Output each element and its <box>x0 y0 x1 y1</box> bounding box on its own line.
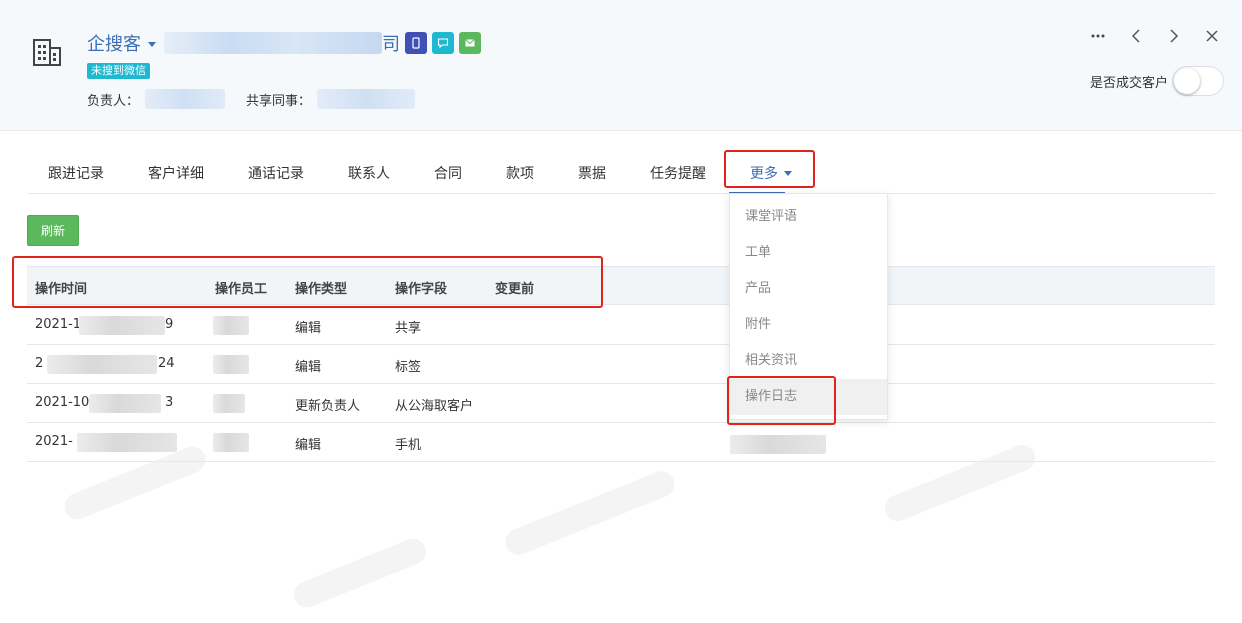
redacted-time <box>77 433 177 452</box>
deal-customer-toggle-row: 是否成交客户 <box>1090 66 1224 96</box>
deal-customer-switch[interactable] <box>1172 66 1224 96</box>
more-options-icon[interactable] <box>1090 28 1106 44</box>
wechat-status-badge: 未搜到微信 <box>87 63 150 79</box>
chevron-left-icon[interactable] <box>1128 28 1144 44</box>
row-time-start: 2021-10 <box>35 395 90 410</box>
row-type: 更新负责人 <box>295 399 361 414</box>
owner-label: 负责人： <box>87 93 140 109</box>
table-row: 2021-1 9 编辑 共享 <box>27 306 1215 345</box>
row-time-start: 2021-1 <box>35 317 82 332</box>
mail-icon <box>465 39 475 47</box>
row-time-end: 3 <box>165 395 174 410</box>
redacted-value <box>730 435 826 454</box>
row-type: 编辑 <box>295 321 322 336</box>
message-button[interactable] <box>432 32 454 54</box>
redacted-time <box>47 355 157 374</box>
redacted-staff <box>213 355 249 374</box>
window-controls <box>1090 28 1220 44</box>
redacted-company-name <box>164 32 382 54</box>
owner-field: 负责人： <box>87 89 226 109</box>
redacted-shared <box>317 89 416 109</box>
menu-item-class-comments[interactable]: 课堂评语 <box>730 199 887 235</box>
tab-contracts[interactable]: 合同 <box>434 163 462 183</box>
shared-label: 共享同事： <box>246 93 312 109</box>
redacted-owner <box>145 89 226 109</box>
row-field: 共享 <box>395 321 422 336</box>
redacted-time <box>79 316 165 335</box>
deal-label: 是否成交客户 <box>1089 75 1168 91</box>
shared-colleagues-field: 共享同事： <box>246 89 416 109</box>
chat-icon <box>437 38 449 49</box>
row-time-end: 9 <box>165 317 174 332</box>
chevron-down-icon[interactable] <box>148 42 156 47</box>
row-field: 标签 <box>395 360 422 375</box>
redacted-staff <box>213 433 249 452</box>
highlight-operation-log <box>727 376 836 425</box>
highlight-more-tab <box>724 150 815 188</box>
row-type: 编辑 <box>295 438 322 453</box>
row-field: 从公海取客户 <box>395 399 474 414</box>
menu-item-work-orders[interactable]: 工单 <box>730 235 887 271</box>
row-type: 编辑 <box>295 360 322 375</box>
company-title: 企搜客 司 <box>87 30 481 56</box>
company-name-suffix: 司 <box>382 34 400 55</box>
building-icon <box>33 39 61 66</box>
table-row: 2 24 编辑 标签 <box>27 345 1215 384</box>
table-row: 2021-10 3 更新负责人 从公海取客户 <box>27 384 1215 423</box>
tab-bar: 跟进记录 客户详细 通话记录 联系人 合同 款项 票据 任务提醒 更多 <box>28 150 1215 194</box>
row-time-start: 2 <box>35 356 44 371</box>
refresh-button[interactable]: 刷新 <box>27 215 79 246</box>
menu-item-related-news[interactable]: 相关资讯 <box>730 343 887 379</box>
tab-payments[interactable]: 款项 <box>506 163 534 183</box>
customer-header: 企搜客 司 未搜到微信 负责人： 共享同事： 是否成交客户 <box>0 0 1242 131</box>
phone-icon <box>412 37 420 49</box>
tab-task-reminders[interactable]: 任务提醒 <box>650 163 706 183</box>
row-time-end: 24 <box>158 356 175 371</box>
close-icon[interactable] <box>1204 28 1220 44</box>
watermark <box>501 467 679 559</box>
email-button[interactable] <box>459 32 481 54</box>
redacted-staff <box>213 316 249 335</box>
tab-invoices[interactable]: 票据 <box>578 163 606 183</box>
menu-item-products[interactable]: 产品 <box>730 271 887 307</box>
phone-button[interactable] <box>405 32 427 54</box>
watermark <box>290 534 430 612</box>
tab-customer-detail[interactable]: 客户详细 <box>148 163 204 183</box>
switch-knob <box>1174 68 1200 94</box>
menu-item-attachments[interactable]: 附件 <box>730 307 887 343</box>
redacted-time <box>89 394 161 413</box>
tab-call-records[interactable]: 通话记录 <box>248 163 304 183</box>
row-field: 手机 <box>395 438 422 453</box>
highlight-table-header <box>12 256 603 308</box>
chevron-right-icon[interactable] <box>1166 28 1182 44</box>
redacted-staff <box>213 394 245 413</box>
company-name-link[interactable]: 企搜客 <box>87 30 141 56</box>
tab-contacts[interactable]: 联系人 <box>348 163 390 183</box>
tab-follow-up[interactable]: 跟进记录 <box>48 163 104 183</box>
row-time-start: 2021- <box>35 434 73 449</box>
